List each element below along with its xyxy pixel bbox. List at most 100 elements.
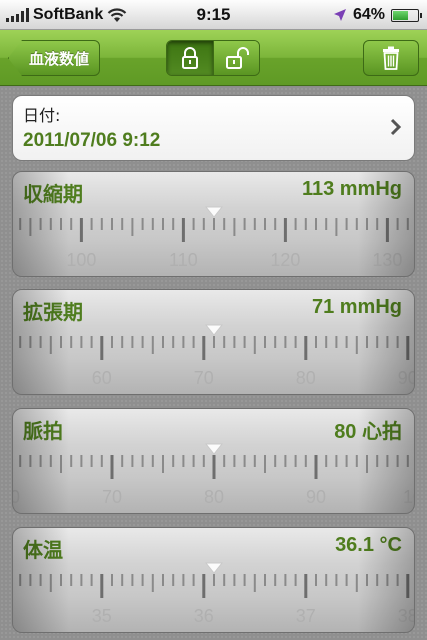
ruler-minor-tick (284, 455, 287, 467)
ruler-minor-tick (39, 218, 42, 230)
value-indicator-icon (205, 562, 223, 574)
ruler-minor-tick (90, 455, 93, 467)
ruler-tick-label: 90 (398, 368, 415, 388)
ruler-minor-tick (335, 218, 338, 236)
ruler-minor-tick (233, 455, 236, 467)
ruler-major-tick (304, 336, 308, 360)
ruler-tick-label: 60 (92, 368, 112, 388)
ruler-tick-label: 130 (372, 250, 402, 270)
ruler-minor-tick (111, 218, 113, 230)
ruler-minor-tick (396, 574, 399, 586)
ruler-major-tick (304, 574, 308, 598)
ruler-minor-tick (151, 574, 154, 592)
ruler-tick-label: 60 (13, 487, 20, 507)
ruler-minor-tick (304, 455, 307, 467)
measurement-value: 71 mmHg (311, 296, 402, 318)
ruler-minor-tick (80, 574, 83, 586)
ruler-tick-label: 36 (194, 606, 214, 626)
ruler-minor-tick (294, 218, 297, 230)
ruler-minor-tick (345, 218, 348, 230)
ruler-minor-tick (223, 455, 226, 467)
ruler-minor-tick (264, 218, 266, 230)
ruler-minor-tick (345, 455, 348, 467)
ruler-minor-tick (386, 455, 389, 467)
ruler-minor-tick (355, 455, 358, 467)
ruler-minor-tick (182, 455, 185, 467)
ruler-minor-tick (223, 574, 226, 586)
lock-segment-locked[interactable] (167, 41, 213, 75)
ruler-minor-tick (386, 574, 389, 586)
ruler-minor-tick (253, 336, 256, 354)
ruler-minor-tick (49, 455, 52, 467)
ruler-minor-tick (202, 218, 205, 230)
lock-segment-unlocked[interactable] (213, 41, 259, 75)
ruler-major-tick (100, 336, 104, 360)
ruler-major-tick (202, 336, 206, 360)
ruler-tick-label: 100 (403, 487, 415, 507)
ruler-minor-tick (335, 574, 338, 586)
ruler-minor-tick (192, 336, 195, 348)
ruler-minor-tick (284, 574, 287, 586)
ruler-minor-tick (355, 574, 358, 592)
ruler-minor-tick (223, 336, 226, 348)
ruler-minor-tick (335, 336, 338, 348)
ruler-minor-tick (131, 455, 134, 467)
trash-icon (383, 46, 399, 70)
ruler-major-tick (406, 336, 410, 360)
ruler-minor-tick (243, 455, 246, 467)
ruler-minor-tick (172, 574, 175, 586)
ruler-minor-tick (253, 218, 256, 230)
ruler-minor-tick (60, 336, 62, 348)
ruler-minor-tick (233, 574, 236, 586)
ruler-minor-tick (376, 455, 379, 467)
date-row[interactable]: 日付: 2011/07/06 9:12 (12, 95, 415, 161)
ruler-major-tick (202, 574, 206, 598)
ruler-minor-tick (315, 336, 317, 348)
ruler-tick-label: 38 (398, 606, 415, 626)
back-button-label: 血液数値 (28, 49, 89, 68)
measurement-title: 脈拍 (23, 419, 63, 443)
ruler-tick-label: 35 (92, 606, 112, 626)
ruler-minor-tick (19, 574, 22, 586)
ruler-tick-label: 100 (66, 250, 96, 270)
ruler-minor-tick (294, 336, 297, 348)
ruler-minor-tick (355, 336, 358, 354)
ruler-minor-tick (121, 574, 124, 586)
ruler-tick-label: 80 (296, 368, 316, 388)
ruler-minor-tick (49, 574, 52, 592)
delete-button[interactable] (363, 40, 419, 76)
location-arrow-icon (333, 9, 346, 21)
ruler-minor-tick (243, 336, 246, 348)
ruler-minor-tick (49, 218, 52, 230)
ruler-tick-label: 70 (102, 487, 122, 507)
ruler-minor-tick (29, 574, 32, 586)
ruler-minor-tick (192, 218, 195, 230)
ruler-minor-tick (345, 574, 348, 586)
ruler-tick-label: 120 (270, 250, 300, 270)
ruler-minor-tick (213, 574, 215, 586)
ruler-minor-tick (100, 455, 103, 467)
ruler-minor-tick (253, 574, 256, 592)
ruler-minor-tick (182, 574, 185, 586)
ruler-minor-tick (70, 336, 73, 348)
ruler-minor-tick (294, 455, 297, 467)
ruler-minor-tick (60, 218, 62, 230)
battery-percent: 64% (352, 6, 385, 23)
value-indicator-icon (205, 443, 223, 455)
value-indicator-icon (205, 324, 223, 336)
back-button[interactable]: 血液数値 (8, 40, 100, 76)
ruler-major-tick (100, 574, 104, 598)
content-area: 日付: 2011/07/06 9:12 100 110 120 130 収縮期 113… (0, 87, 427, 640)
ruler-major-tick (110, 455, 114, 479)
ruler-minor-tick (396, 455, 399, 467)
ruler-minor-tick (29, 218, 32, 236)
ruler-minor-tick (213, 336, 215, 348)
battery-fill (393, 10, 409, 20)
ruler-major-tick (283, 218, 287, 242)
ruler-minor-tick (264, 455, 266, 473)
ruler-major-tick (212, 455, 216, 479)
ruler-minor-tick (172, 455, 175, 467)
battery-icon (391, 8, 422, 22)
ruler-minor-tick (325, 574, 328, 586)
ruler-minor-tick (131, 336, 134, 348)
